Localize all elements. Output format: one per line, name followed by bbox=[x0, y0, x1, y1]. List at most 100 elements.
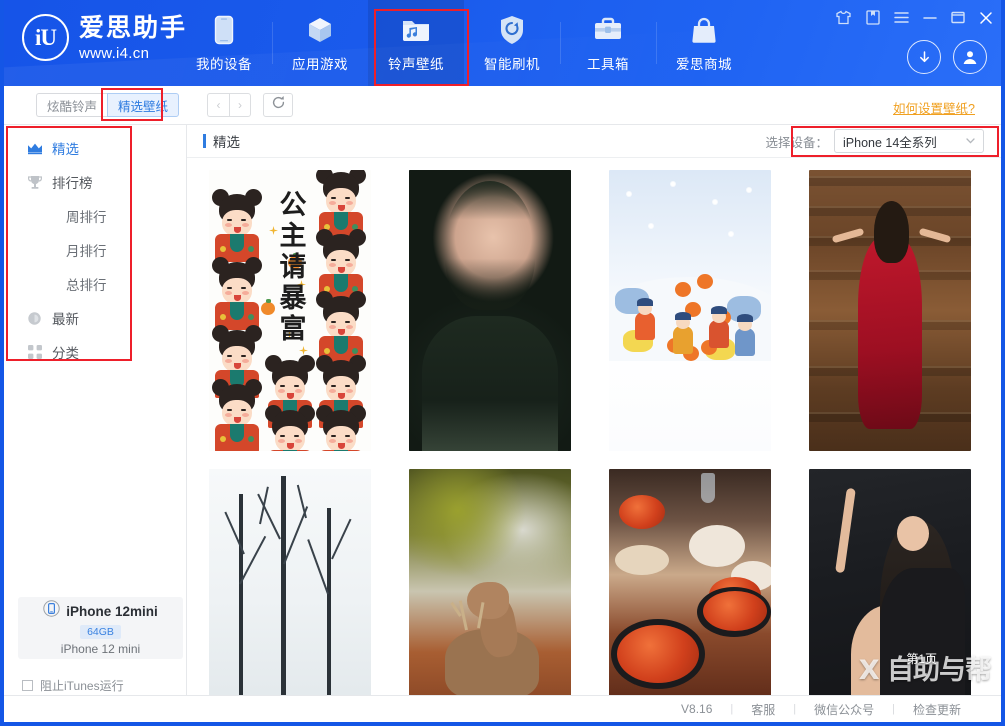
download-icon[interactable] bbox=[907, 40, 941, 74]
phone-circle-icon bbox=[43, 600, 60, 622]
sidebar-item-categories[interactable]: 分类 bbox=[4, 335, 186, 369]
checkbox-label: 阻止iTunes运行 bbox=[40, 679, 124, 693]
sub-toolbar: 炫酷铃声 精选壁纸 ‹ › 如何设置壁纸? bbox=[4, 86, 1001, 125]
content-type-segmented-control: 炫酷铃声 精选壁纸 bbox=[36, 93, 180, 117]
logo-mark-icon: iU bbox=[22, 14, 69, 61]
forward-button[interactable]: › bbox=[229, 93, 252, 117]
nav-label: 工具箱 bbox=[587, 56, 629, 72]
wallpaper-thumbnail bbox=[609, 170, 771, 451]
maximize-icon[interactable] bbox=[951, 11, 965, 24]
connected-device-card[interactable]: iPhone 12mini 64GB iPhone 12 mini bbox=[18, 597, 183, 659]
content-area: 精选 选择设备： iPhone 14全系列 公主请暴富 第1页 X 自助与帮 bbox=[187, 125, 1001, 703]
sidebar-item-monthly-ranking[interactable]: 月排行 bbox=[4, 233, 186, 267]
nav-item-smart-flash[interactable]: 智能刷机 bbox=[464, 0, 560, 86]
shirt-icon[interactable] bbox=[835, 10, 852, 25]
close-icon[interactable] bbox=[979, 11, 993, 25]
shopping-bag-icon bbox=[691, 14, 717, 46]
window-controls bbox=[835, 10, 993, 25]
sidebar-item-rankings[interactable]: 排行榜 bbox=[4, 165, 186, 199]
wallpaper-thumbnail bbox=[809, 469, 971, 703]
checkbox-box[interactable] bbox=[22, 680, 33, 691]
status-bar: V8.16 | 客服 | 微信公众号 | 检查更新 bbox=[4, 695, 1001, 722]
wallpaper-card[interactable] bbox=[609, 469, 771, 703]
sidebar-item-weekly-ranking[interactable]: 周排行 bbox=[4, 199, 186, 233]
page-indicator: 第1页 bbox=[906, 652, 937, 666]
cube-icon bbox=[305, 14, 335, 46]
wallpaper-thumbnail bbox=[809, 170, 971, 451]
wallpaper-card[interactable] bbox=[809, 170, 971, 451]
sidebar-item-label: 周排行 bbox=[66, 210, 107, 225]
sidebar-item-label: 排行榜 bbox=[52, 176, 93, 191]
brand-url: www.i4.cn bbox=[79, 45, 150, 62]
wallpaper-card[interactable] bbox=[409, 170, 571, 451]
wallpaper-grid: 公主请暴富 bbox=[187, 158, 1001, 703]
phone-icon bbox=[214, 14, 234, 46]
logo-mark-text: iU bbox=[35, 24, 57, 50]
crown-icon bbox=[26, 140, 43, 157]
app-header: iU 爱思助手 www.i4.cn 我的设备 应用游戏 铃声壁纸 智能刷机 工具… bbox=[4, 0, 1001, 86]
sidebar: 精选 排行榜 周排行 月排行 总排行 最新 分类 iPhone 12mini 6… bbox=[4, 125, 187, 703]
wallpaper-card[interactable]: 公主请暴富 bbox=[209, 170, 371, 451]
wallpaper-card[interactable] bbox=[409, 469, 571, 703]
nav-item-store[interactable]: 爱思商城 bbox=[656, 0, 752, 86]
device-selector-value: iPhone 14全系列 bbox=[843, 135, 937, 150]
shield-refresh-icon bbox=[499, 14, 525, 46]
sidebar-item-featured[interactable]: 精选 bbox=[4, 131, 186, 165]
customer-service-link[interactable]: 客服 bbox=[733, 701, 793, 718]
book-icon[interactable] bbox=[866, 10, 880, 25]
toolbox-icon bbox=[593, 14, 623, 46]
tab-ringtones[interactable]: 炫酷铃声 bbox=[36, 93, 108, 117]
minimize-icon[interactable] bbox=[923, 11, 937, 24]
wallpaper-card[interactable] bbox=[209, 469, 371, 703]
device-capacity-badge: 64GB bbox=[80, 625, 121, 639]
device-selector-label: 选择设备： bbox=[765, 135, 828, 150]
nav-label: 应用游戏 bbox=[292, 56, 348, 72]
menu-icon[interactable] bbox=[894, 11, 909, 24]
device-selector-dropdown[interactable]: iPhone 14全系列 bbox=[834, 129, 984, 153]
sidebar-item-label: 总排行 bbox=[66, 278, 107, 293]
nav-item-apps-games[interactable]: 应用游戏 bbox=[272, 0, 368, 86]
app-window: iU 爱思助手 www.i4.cn 我的设备 应用游戏 铃声壁纸 智能刷机 工具… bbox=[0, 0, 1005, 726]
wallpaper-caption: 公主请暴富 bbox=[274, 189, 306, 345]
tab-wallpapers[interactable]: 精选壁纸 bbox=[107, 93, 180, 117]
wallpaper-thumbnail: 公主请暴富 bbox=[209, 170, 371, 451]
refresh-icon bbox=[271, 95, 286, 115]
nav-label: 铃声壁纸 bbox=[388, 56, 444, 72]
nav-item-ringtone-wallpaper[interactable]: 铃声壁纸 bbox=[368, 0, 464, 86]
wallpaper-card[interactable] bbox=[609, 170, 771, 451]
refresh-button[interactable] bbox=[263, 93, 294, 117]
check-update-link[interactable]: 检查更新 bbox=[895, 701, 979, 718]
account-icon[interactable] bbox=[953, 40, 987, 74]
nav-label: 智能刷机 bbox=[484, 56, 540, 72]
sidebar-item-total-ranking[interactable]: 总排行 bbox=[4, 267, 186, 301]
wallpaper-thumbnail bbox=[609, 469, 771, 703]
nav-label: 我的设备 bbox=[196, 56, 252, 72]
app-body: 精选 排行榜 周排行 月排行 总排行 最新 分类 iPhone 12mini 6… bbox=[4, 125, 1001, 703]
wallpaper-thumbnail bbox=[409, 170, 571, 451]
wallpaper-thumbnail bbox=[209, 469, 371, 703]
user-controls bbox=[907, 40, 987, 74]
wallpaper-card[interactable] bbox=[809, 469, 971, 703]
sidebar-item-newest[interactable]: 最新 bbox=[4, 301, 186, 335]
block-itunes-checkbox[interactable]: 阻止iTunes运行 bbox=[22, 677, 124, 694]
trophy-icon bbox=[26, 174, 43, 191]
nav-item-toolbox[interactable]: 工具箱 bbox=[560, 0, 656, 86]
wallpaper-thumbnail bbox=[409, 469, 571, 703]
history-nav: ‹ › bbox=[207, 93, 252, 117]
app-version: V8.16 bbox=[681, 702, 713, 716]
main-nav: 我的设备 应用游戏 铃声壁纸 智能刷机 工具箱 爱思商城 bbox=[176, 0, 752, 86]
how-to-set-wallpaper-link[interactable]: 如何设置壁纸? bbox=[893, 98, 975, 117]
sidebar-item-label: 精选 bbox=[52, 142, 79, 157]
wechat-official-link[interactable]: 微信公众号 bbox=[796, 701, 892, 718]
sidebar-item-label: 分类 bbox=[52, 346, 79, 361]
app-logo: iU 爱思助手 www.i4.cn bbox=[22, 14, 187, 61]
sidebar-item-label: 最新 bbox=[52, 312, 79, 327]
section-title-bar bbox=[203, 134, 206, 148]
sidebar-item-label: 月排行 bbox=[66, 244, 107, 259]
nav-item-my-device[interactable]: 我的设备 bbox=[176, 0, 272, 86]
back-button[interactable]: ‹ bbox=[207, 93, 230, 117]
device-name: iPhone 12mini bbox=[66, 603, 158, 619]
clock-icon bbox=[26, 310, 43, 327]
page-title: 精选 bbox=[213, 135, 240, 150]
brand-name: 爱思助手 bbox=[79, 14, 188, 42]
